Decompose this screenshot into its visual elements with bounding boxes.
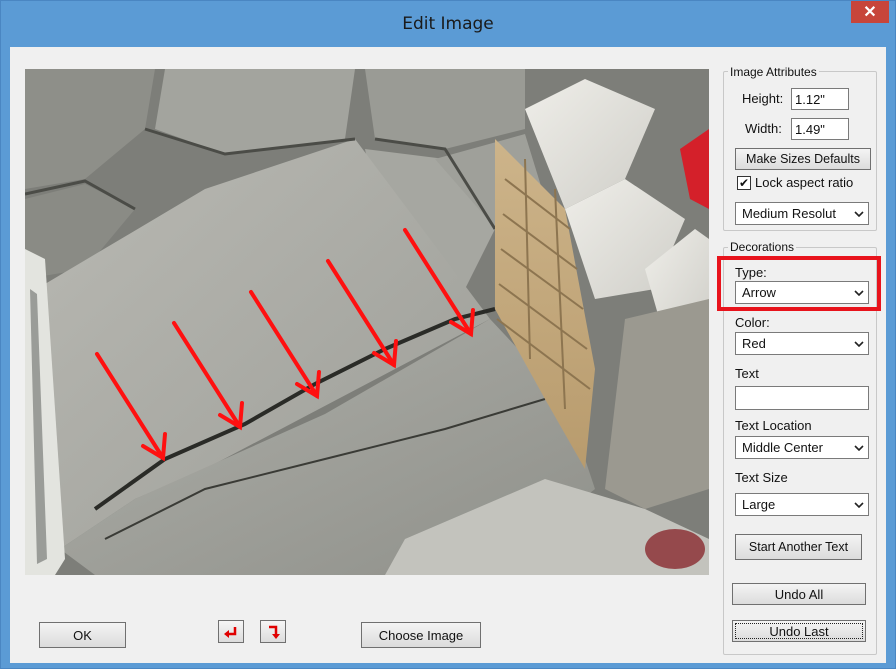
- color-select[interactable]: Red: [735, 332, 869, 355]
- rotate-left-button[interactable]: [218, 620, 244, 643]
- rotate-right-button[interactable]: [260, 620, 286, 643]
- rotate-left-icon: [224, 626, 237, 638]
- edit-image-window: Edit Image ✕ OK Choose Image Image Attri…: [0, 0, 896, 669]
- chevron-down-icon: [850, 210, 868, 217]
- chevron-down-icon: [850, 340, 868, 347]
- text-location-label: Text Location: [735, 418, 812, 433]
- window-title: Edit Image: [402, 14, 494, 34]
- image-attributes-label: Image Attributes: [728, 65, 819, 79]
- color-value: Red: [742, 336, 766, 351]
- text-label: Text: [735, 366, 759, 381]
- height-input[interactable]: [791, 88, 849, 110]
- resolution-select[interactable]: Medium Resolut: [735, 202, 869, 225]
- sidewalk-photo: [25, 69, 709, 575]
- undo-all-button[interactable]: Undo All: [732, 583, 866, 605]
- undo-last-button[interactable]: Undo Last: [732, 620, 866, 642]
- text-size-label: Text Size: [735, 470, 788, 485]
- close-icon: ✕: [863, 4, 877, 21]
- image-preview[interactable]: [25, 69, 709, 575]
- width-input[interactable]: [791, 118, 849, 140]
- close-button[interactable]: ✕: [851, 1, 889, 23]
- chevron-down-icon: [850, 501, 868, 508]
- resolution-value: Medium Resolut: [742, 206, 836, 221]
- text-location-value: Middle Center: [742, 440, 823, 455]
- height-label: Height:: [742, 91, 784, 106]
- choose-image-button[interactable]: Choose Image: [361, 622, 481, 648]
- text-size-select[interactable]: Large: [735, 493, 869, 516]
- start-another-text-button[interactable]: Start Another Text: [735, 534, 862, 560]
- text-input[interactable]: [735, 386, 869, 410]
- chevron-down-icon: [850, 444, 868, 451]
- color-label: Color:: [735, 315, 770, 330]
- make-sizes-defaults-button[interactable]: Make Sizes Defaults: [735, 148, 871, 170]
- checkbox-check-icon: ✔: [737, 175, 751, 190]
- rotate-right-icon: [269, 625, 280, 639]
- type-highlight-box: [717, 256, 881, 311]
- decorations-label: Decorations: [728, 240, 797, 254]
- text-location-select[interactable]: Middle Center: [735, 436, 869, 459]
- lock-aspect-ratio-label: Lock aspect ratio: [755, 175, 854, 190]
- lock-aspect-ratio-checkbox[interactable]: ✔ Lock aspect ratio: [737, 175, 853, 190]
- ok-button[interactable]: OK: [39, 622, 126, 648]
- width-label: Width:: [745, 121, 782, 136]
- dialog-client: OK Choose Image Image Attributes Height:…: [10, 47, 886, 663]
- title-bar[interactable]: Edit Image ✕: [1, 1, 895, 47]
- text-size-value: Large: [742, 497, 776, 512]
